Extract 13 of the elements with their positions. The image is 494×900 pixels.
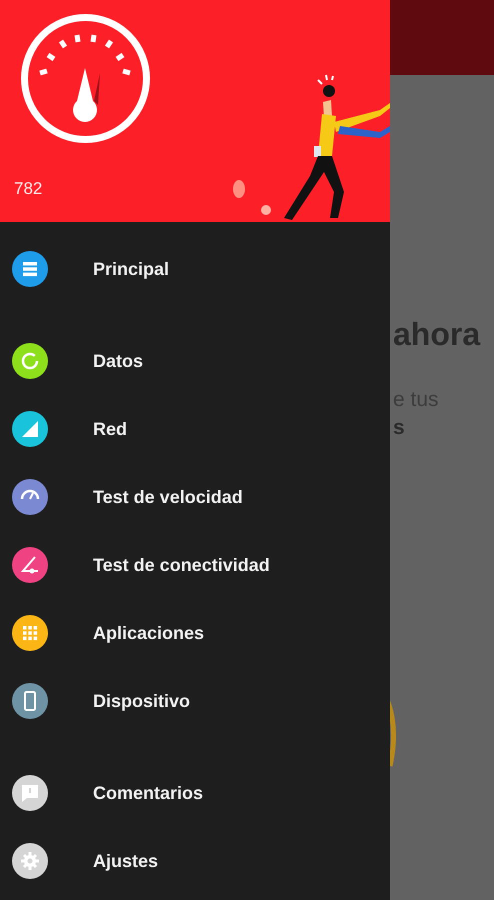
menu-item[interactable]: Comentarios <box>0 759 390 827</box>
menu-item[interactable]: Dispositivo <box>0 667 390 735</box>
menu-item[interactable]: Ajustes <box>0 827 390 895</box>
menu-item[interactable]: Datos <box>0 327 390 395</box>
menu-item[interactable]: Red <box>0 395 390 463</box>
body-text: s <box>393 415 405 441</box>
menu-item[interactable]: Test de conectividad <box>0 531 390 599</box>
menu-item[interactable]: Test de velocidad <box>0 463 390 531</box>
heading: ahora <box>393 318 480 350</box>
count-label: 782 <box>14 178 42 200</box>
menu-item[interactable]: Aplicaciones <box>0 599 390 667</box>
menu-item[interactable]: Principal <box>0 235 390 303</box>
speedometer-icon <box>20 13 151 144</box>
